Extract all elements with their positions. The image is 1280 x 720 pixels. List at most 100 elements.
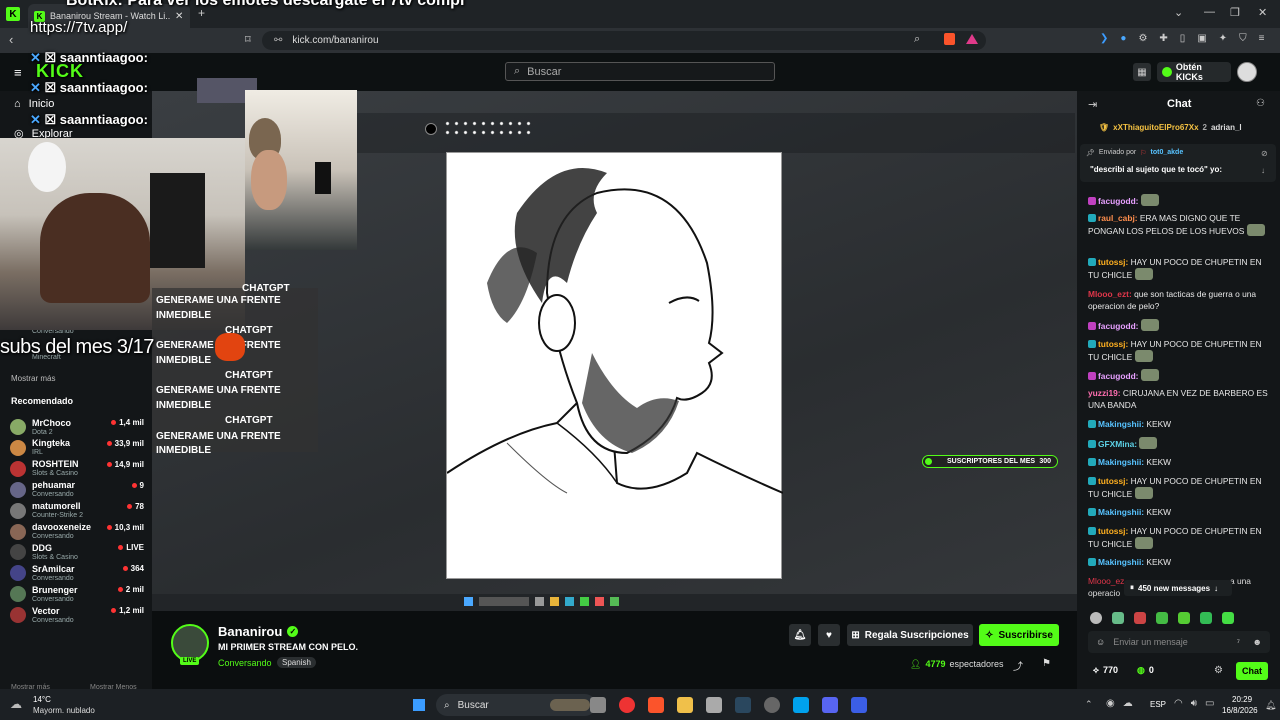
subscribe-button[interactable]: ✧ Suscribirse: [979, 624, 1059, 646]
chat-username[interactable]: facugodd:: [1098, 196, 1138, 206]
chat-username[interactable]: tutossj:: [1098, 339, 1128, 349]
file-explorer-icon[interactable]: [677, 697, 693, 713]
kick-emote-icon[interactable]: ⁷: [1237, 637, 1240, 647]
chat-username[interactable]: facugodd:: [1098, 321, 1138, 331]
recommended-channel[interactable]: Vector Conversando 1,2 mil: [10, 602, 152, 628]
taskbar-search[interactable]: ⌕ Buscar: [436, 694, 596, 716]
close-tab-icon[interactable]: ✕: [175, 11, 183, 22]
chat-text: KEKW: [1146, 557, 1172, 567]
expand-pinned-icon[interactable]: ↓: [1261, 166, 1265, 175]
windows-start-icon[interactable]: [411, 697, 427, 713]
emoji-picker-icon[interactable]: ☻: [1253, 637, 1262, 647]
site-settings-icon[interactable]: ⚯: [274, 35, 282, 46]
edge-icon[interactable]: [793, 697, 809, 713]
overlay-chat-line: ✕ ☒ saanntiaagoo:: [30, 80, 148, 95]
steam-icon[interactable]: [735, 697, 751, 713]
gift-subs-button[interactable]: ⊞ Regala Suscripciones: [847, 624, 973, 646]
brave-rewards-icon[interactable]: [966, 34, 978, 44]
kicks-coin-icon: [1162, 67, 1172, 77]
language-tag[interactable]: Spanish: [277, 657, 316, 668]
chat-username[interactable]: GFXMina:: [1098, 439, 1137, 449]
chat-input[interactable]: ☺ Enviar un mensaje ⁷ ☻: [1088, 631, 1270, 653]
chatgpt-line: INMEDIBLE: [156, 355, 211, 366]
chat-username[interactable]: Mlooo_ezt:: [1088, 289, 1132, 299]
puzzle-icon[interactable]: ✚: [1159, 33, 1167, 44]
extension-icon[interactable]: ⚙: [1138, 33, 1147, 44]
color-palette: [443, 119, 533, 139]
chat-username[interactable]: Makingshii:: [1098, 507, 1144, 517]
app-icon[interactable]: [851, 697, 867, 713]
sidebar-toggle-icon[interactable]: ▯: [1180, 33, 1186, 44]
chat-username[interactable]: yuzzi19:: [1088, 388, 1121, 398]
discord-icon[interactable]: [822, 697, 838, 713]
report-icon[interactable]: ⚑: [1042, 658, 1051, 669]
chat-username[interactable]: tutossj:: [1098, 257, 1128, 267]
input-language[interactable]: ESP: [1150, 700, 1166, 709]
follow-heart-icon[interactable]: ♥: [818, 624, 840, 646]
chat-username[interactable]: raul_cabj:: [1098, 213, 1138, 223]
extension-icon[interactable]: ❯: [1100, 33, 1108, 44]
vpn-icon[interactable]: ⛉: [1239, 33, 1247, 44]
obs-icon[interactable]: [764, 697, 780, 713]
share-icon[interactable]: ⤴: [1013, 658, 1023, 673]
clock-time[interactable]: 20:29: [1232, 695, 1252, 704]
chat-text: KEKW: [1146, 457, 1172, 467]
chat-username[interactable]: Makingshii:: [1098, 457, 1144, 467]
chat-users-icon[interactable]: ⚇: [1256, 98, 1265, 109]
tray-chevron-icon[interactable]: ⌃: [1085, 699, 1093, 710]
new-messages-button[interactable]: ⏸ 450 new messages ↓: [1124, 580, 1232, 596]
wallet-icon[interactable]: ▣: [1197, 33, 1206, 44]
subs-month-overlay: subs del mes 3/17: [0, 336, 154, 358]
clock-date[interactable]: 16/8/2026: [1222, 706, 1258, 715]
chat-settings-icon[interactable]: ⚙: [1214, 665, 1223, 676]
layout-icon[interactable]: ▦: [1133, 63, 1151, 81]
hamburger-menu-icon[interactable]: ≡: [14, 65, 22, 80]
weather-icon[interactable]: ☁: [10, 697, 22, 711]
system-tray[interactable]: ◠ 🔊︎ ▭: [1174, 698, 1215, 709]
channel-avatar: [10, 502, 26, 519]
kick-favicon-icon: K: [6, 7, 20, 21]
chat-username[interactable]: facugodd:: [1098, 371, 1138, 381]
chat-username[interactable]: tutossj:: [1098, 476, 1128, 486]
menu-icon[interactable]: ≡: [1259, 33, 1265, 44]
overlay-emote: [215, 333, 245, 361]
bookmark-icon[interactable]: ⌑: [245, 33, 251, 46]
back-button[interactable]: ‹: [9, 32, 13, 47]
store-icon[interactable]: [706, 697, 722, 713]
chatgpt-line: GENERAME UNA FRENTE: [156, 295, 281, 306]
chat-username[interactable]: Makingshii:: [1098, 419, 1144, 429]
notifications-bell-icon[interactable]: 🔔︎: [789, 624, 811, 646]
notification-bell-icon[interactable]: 🔔︎: [1265, 700, 1276, 711]
subs-goal-bar: SUSCRIPTORES DEL MES 300: [922, 455, 1058, 468]
stream-category[interactable]: Conversando: [218, 658, 272, 668]
send-chat-button[interactable]: Chat: [1236, 662, 1268, 680]
get-kicks-button[interactable]: Obtén KICKs: [1157, 62, 1231, 82]
chat-username[interactable]: tutossj:: [1098, 526, 1128, 536]
nav-inicio[interactable]: ⌂ Inicio: [14, 98, 54, 110]
extension-icon[interactable]: ●: [1120, 33, 1126, 44]
task-view-icon[interactable]: [590, 697, 606, 713]
ai-icon[interactable]: ✦: [1219, 33, 1227, 44]
url-text: kick.com/bananirou: [292, 35, 379, 46]
user-avatar[interactable]: [1237, 62, 1257, 82]
search-input[interactable]: ⌕ Buscar: [505, 62, 775, 81]
tab-list-chevron-icon[interactable]: ⌄: [1174, 6, 1183, 19]
address-bar[interactable]: ⚯ kick.com/bananirou: [262, 31, 986, 50]
user-badge-icon: [1088, 420, 1096, 428]
zoom-icon[interactable]: ⌕: [914, 33, 920, 46]
close-window-button[interactable]: ✕: [1258, 6, 1267, 19]
hide-pinned-icon[interactable]: ⊘: [1261, 149, 1268, 158]
tray-app-icon: ◉: [1106, 698, 1115, 709]
minimize-button[interactable]: —: [1204, 6, 1215, 18]
streamer-name[interactable]: Bananirou: [218, 624, 282, 639]
kicks-balance[interactable]: ⟡ 770: [1093, 665, 1118, 676]
points-balance[interactable]: ◍ 0: [1137, 665, 1154, 676]
brave-icon[interactable]: [648, 697, 664, 713]
maximize-button[interactable]: ❐: [1230, 6, 1240, 19]
chat-username[interactable]: Makingshii:: [1098, 557, 1144, 567]
chat-text: KEKW: [1146, 419, 1172, 429]
brave-shield-icon[interactable]: [944, 33, 955, 45]
show-more-followed[interactable]: Mostrar más: [11, 374, 55, 383]
collapse-chat-icon[interactable]: ⇥: [1088, 98, 1097, 111]
chrome-icon[interactable]: [619, 697, 635, 713]
